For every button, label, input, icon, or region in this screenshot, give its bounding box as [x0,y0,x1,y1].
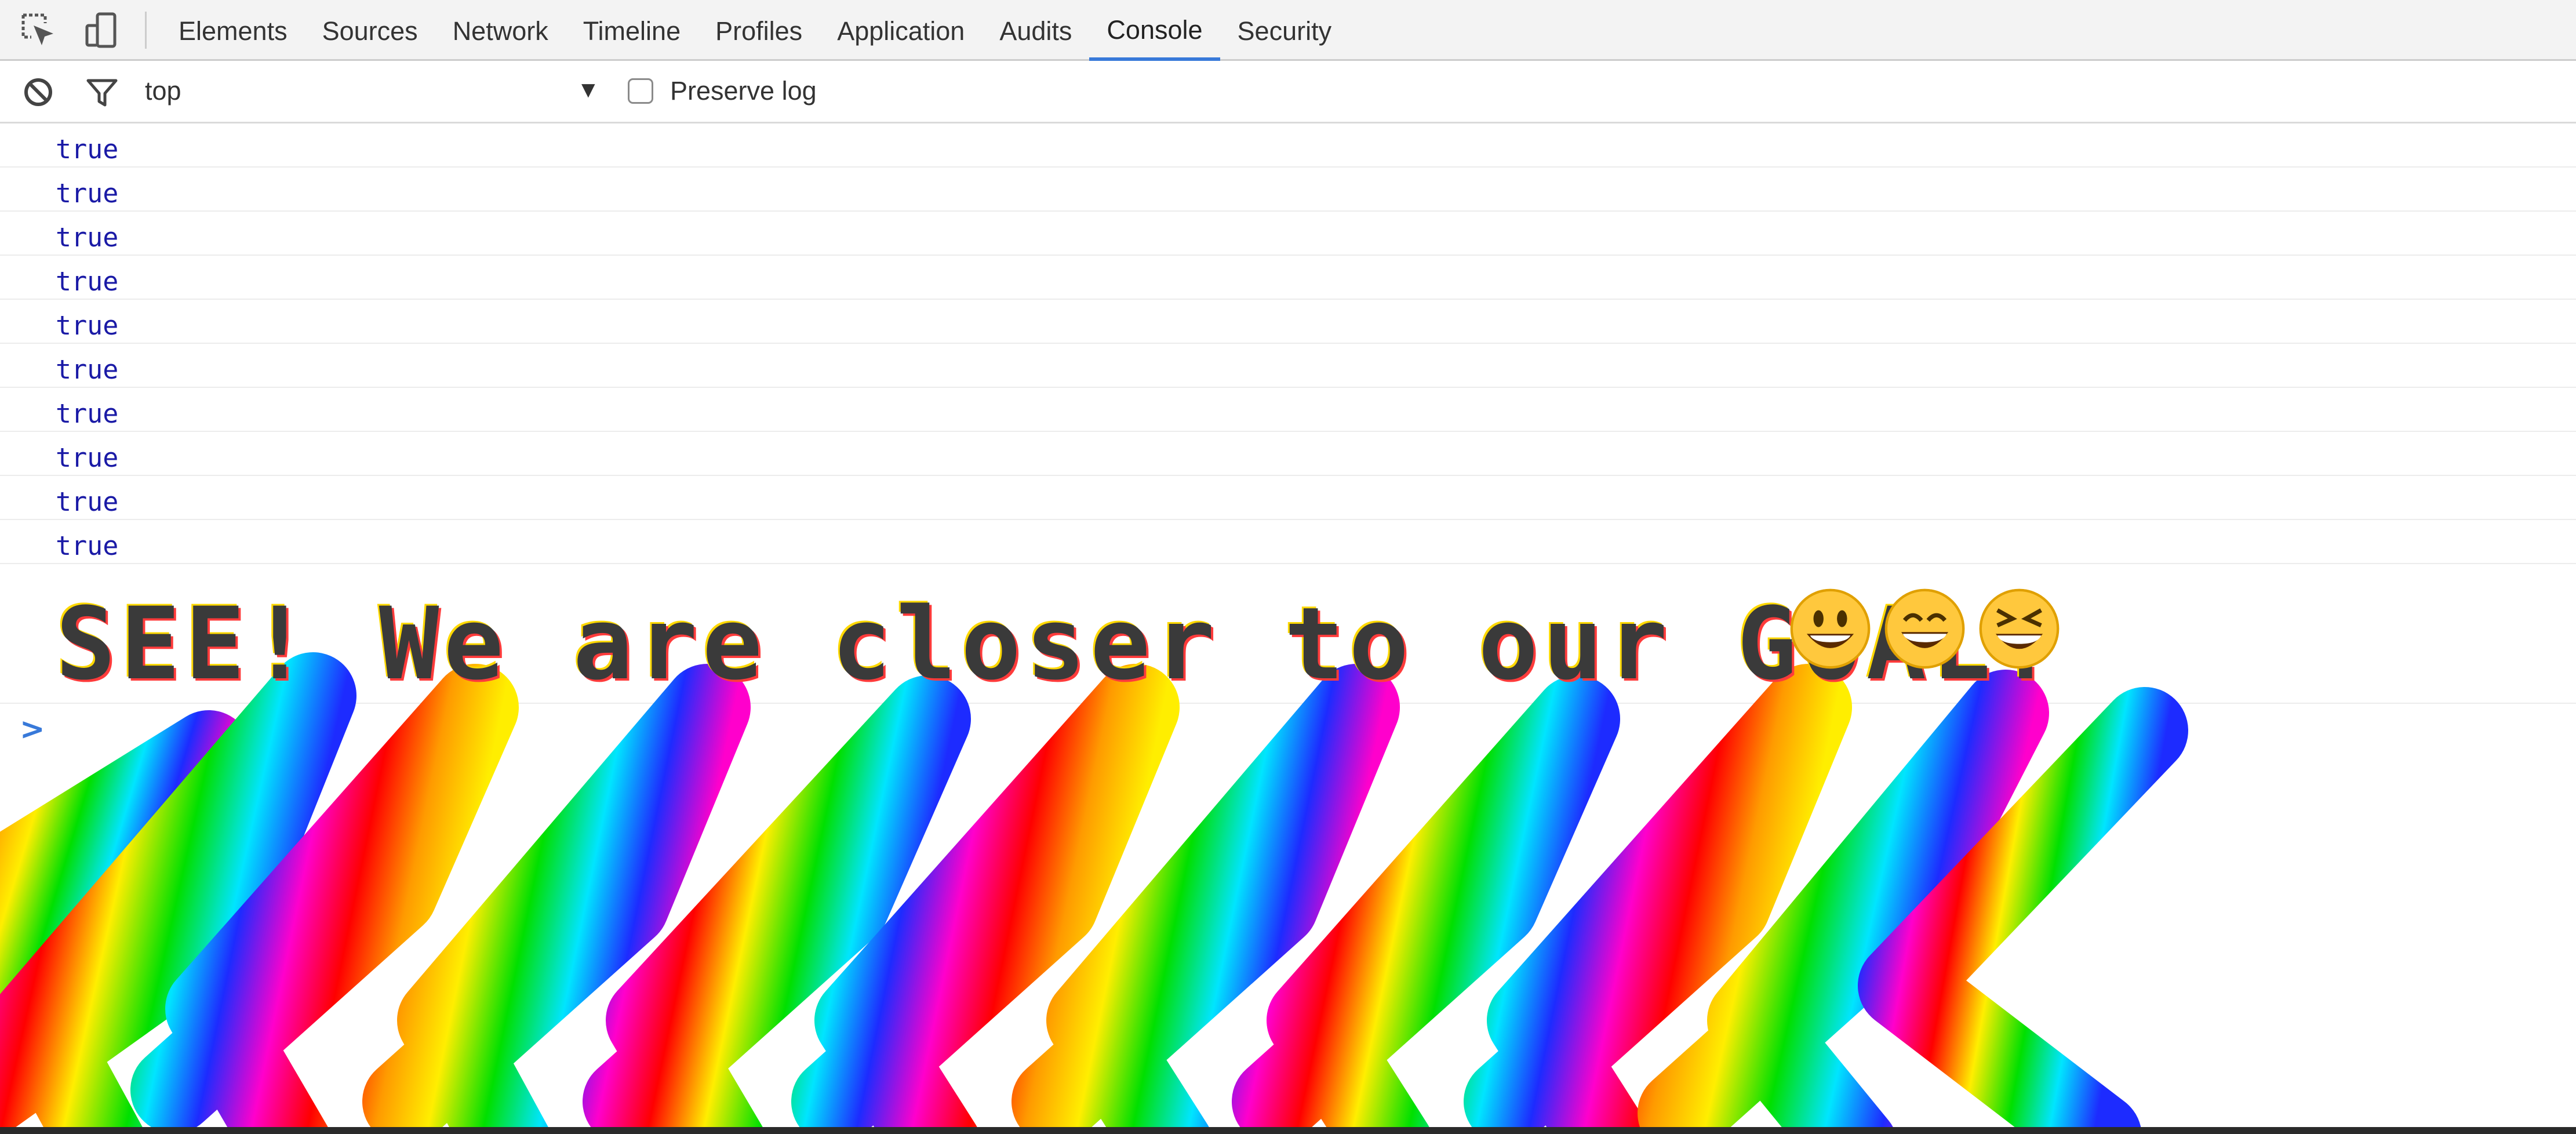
console-message: true [0,520,2576,564]
tab-console[interactable]: Console [1089,0,1220,61]
tab-elements[interactable]: Elements [161,0,305,61]
goal-message-text: SEE! We are closer to our GOAL! [56,586,2061,702]
console-message: true [0,432,2576,476]
tab-profiles[interactable]: Profiles [698,0,820,61]
console-message: true [0,256,2576,300]
console-message: true [0,388,2576,432]
console-toolbar: top ▼ Preserve log [0,61,2576,123]
window-bottom-edge [0,1127,2576,1134]
tab-audits[interactable]: Audits [982,0,1089,61]
inspect-element-icon[interactable] [19,10,59,51]
console-prompt-icon[interactable]: > [20,712,45,747]
preserve-log-label[interactable]: Preserve log [670,76,817,106]
tab-sources[interactable]: Sources [305,0,435,61]
grinning-face-icon [1788,587,1872,671]
goal-emojis [1788,587,2061,671]
console-message: true [0,344,2576,388]
tab-application[interactable]: Application [820,0,982,61]
console-messages: true true true true true true true true … [0,123,2576,564]
context-selector[interactable]: top [145,76,181,106]
clear-console-icon[interactable] [21,75,56,110]
device-toolbar-icon[interactable] [81,10,122,51]
filter-icon[interactable] [85,75,119,110]
grinning-face-smiling-eyes-icon [1883,587,1967,671]
context-dropdown-arrow-icon[interactable]: ▼ [577,77,600,103]
tab-network[interactable]: Network [435,0,566,61]
console-message: true [0,123,2576,168]
panel-tabs: Elements Sources Network Timeline Profil… [161,0,1349,61]
toolbar-divider [145,12,147,49]
squinting-face-icon [1977,587,2061,671]
devtools-tab-bar: Elements Sources Network Timeline Profil… [0,0,2576,61]
console-message: true [0,476,2576,520]
console-message: true [0,300,2576,344]
preserve-log-checkbox[interactable] [628,78,653,104]
tab-timeline[interactable]: Timeline [566,0,698,61]
console-message: true [0,168,2576,212]
tab-security[interactable]: Security [1220,0,1349,61]
console-message: true [0,212,2576,256]
